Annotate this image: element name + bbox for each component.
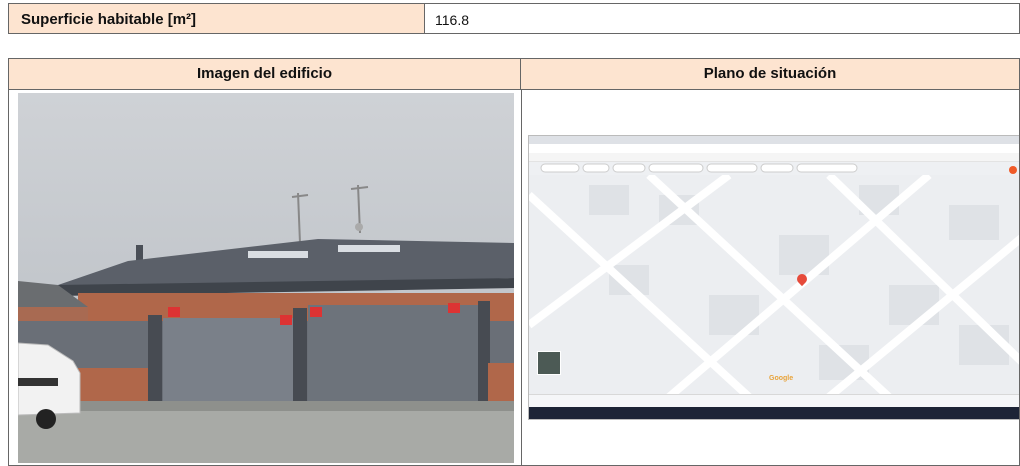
satellite-layer-thumbnail	[537, 351, 561, 375]
surface-row: Superficie habitable [m²] 116.8	[8, 3, 1020, 34]
building-photo	[18, 93, 514, 463]
map-filter-chips	[529, 161, 1019, 175]
images-table: Imagen del edificio Plano de situación G…	[8, 58, 1020, 466]
downloads-bar	[529, 394, 1019, 407]
user-avatar-icon	[1009, 166, 1017, 174]
browser-tab-bar	[529, 136, 1019, 144]
surface-label: Superficie habitable [m²]	[9, 4, 425, 33]
images-table-header: Imagen del edificio Plano de situación	[9, 59, 1019, 90]
map-screenshot: Google	[528, 135, 1019, 420]
location-map-header: Plano de situación	[521, 59, 1019, 89]
windows-taskbar	[529, 407, 1019, 419]
location-map-cell: Google	[522, 90, 1019, 466]
map-streets: Google	[529, 175, 1019, 397]
google-watermark: Google	[769, 375, 793, 382]
building-image-cell	[9, 90, 522, 466]
surface-value: 116.8	[435, 12, 469, 28]
building-image-header: Imagen del edificio	[9, 59, 521, 89]
